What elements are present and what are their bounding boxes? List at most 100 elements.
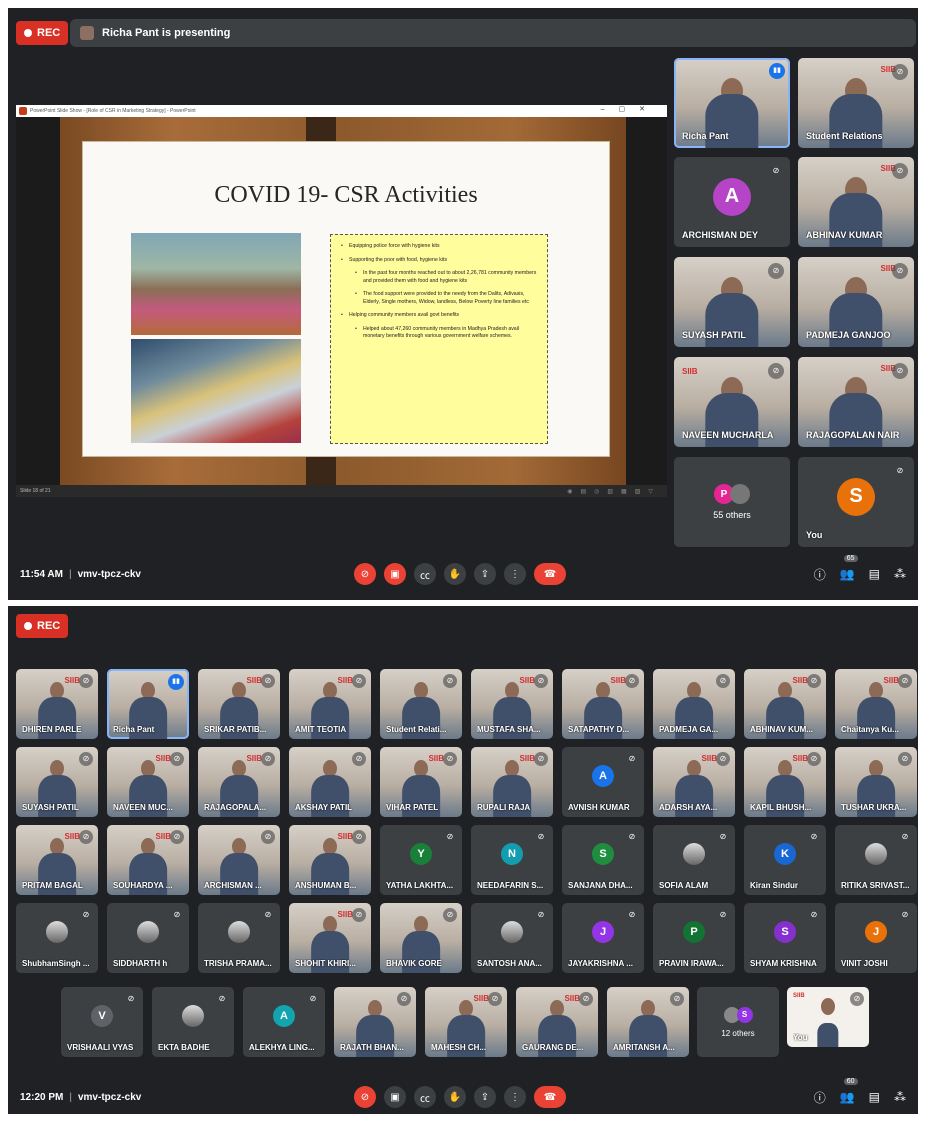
participant-tile[interactable]: S ⊘ SANJANA DHA... xyxy=(562,825,644,895)
participant-name: SOUHARDYA ... xyxy=(113,881,173,890)
camera-toggle-button[interactable]: ▣ xyxy=(384,563,406,585)
participant-name: RUPALI RAJA xyxy=(477,803,531,812)
participant-tile[interactable]: ⊘ PADMEJA GA... xyxy=(653,669,735,739)
tile-you[interactable]: S ⊘ You xyxy=(798,457,914,547)
tile-others[interactable]: P 55 others xyxy=(674,457,790,547)
mic-off-icon: ⊘ xyxy=(264,910,272,919)
people-icon[interactable]: 👥 65 xyxy=(840,555,858,581)
participant-tile[interactable]: SIIB ⊘ SOUHARDYA ... xyxy=(107,825,189,895)
mic-off-icon: ⊘ xyxy=(625,674,639,688)
participant-tile[interactable]: SIIB ⊘ VIHAR PATEL xyxy=(380,747,462,817)
info-icon[interactable]: ⓘ xyxy=(814,1089,826,1106)
participant-tile[interactable]: SIIB ⊘ SATAPATHY D... xyxy=(562,669,644,739)
participant-tile[interactable]: ▮▮ Richa Pant xyxy=(107,669,189,739)
participant-tile[interactable]: S ⊘ SHYAM KRISHNA xyxy=(744,903,826,973)
participant-tile[interactable]: ⊘ RITIKA SRIVAST... xyxy=(835,825,917,895)
participant-tile[interactable]: SIIB ⊘ RAJAGOPALA... xyxy=(198,747,280,817)
participant-tile[interactable]: ⊘ AKSHAY PATIL xyxy=(289,747,371,817)
participant-tile[interactable]: SIIB ⊘ ANSHUMAN B... xyxy=(289,825,371,895)
participant-tile[interactable]: V ⊘ VRISHAALI VYAS xyxy=(61,987,143,1057)
participant-tile[interactable]: SIIB ⊘ SHOHIT KHIRI... xyxy=(289,903,371,973)
tile-naveen-mucharla[interactable]: SIIB ⊘ NAVEEN MUCHARLA xyxy=(674,357,790,447)
participant-tile[interactable]: SIIB ⊘ DHIREN PARLE xyxy=(16,669,98,739)
participant-tile[interactable]: ⊘ BHAVIK GORE xyxy=(380,903,462,973)
participant-tile[interactable]: J ⊘ VINIT JOSHI xyxy=(835,903,917,973)
present-button[interactable]: ⇪ xyxy=(474,563,496,585)
participant-tile[interactable]: A ⊘ ALEKHYA LING... xyxy=(243,987,325,1057)
leave-call-button[interactable]: ☎ xyxy=(534,1086,566,1108)
mic-toggle-button[interactable]: ⊘ xyxy=(354,563,376,585)
participant-tile[interactable]: A ⊘ AVNISH KUMAR xyxy=(562,747,644,817)
participant-tile[interactable]: SIIB ⊘ PRITAM BAGAL xyxy=(16,825,98,895)
participant-tile[interactable]: N ⊘ NEEDAFARIN S... xyxy=(471,825,553,895)
participant-tile[interactable]: P ⊘ PRAVIN IRAWA... xyxy=(653,903,735,973)
participant-tile[interactable]: SIIB ⊘ ABHINAV KUM... xyxy=(744,669,826,739)
tile-abhinav-kumar[interactable]: SIIB ⊘ ABHINAV KUMAR xyxy=(798,157,914,247)
participant-tile[interactable]: ⊘ EKTA BADHE xyxy=(152,987,234,1057)
mic-off-icon: ⊘ xyxy=(397,992,411,1006)
more-options-button[interactable]: ⋮ xyxy=(504,563,526,585)
siib-logo: SIIB xyxy=(610,676,626,685)
camera-toggle-button[interactable]: ▣ xyxy=(384,1086,406,1108)
participant-tile[interactable]: ⊘ AMRITANSH A... xyxy=(607,987,689,1057)
participant-tile[interactable]: ⊘ TRISHA PRAMA... xyxy=(198,903,280,973)
participant-tile[interactable]: ⊘ Student Relati... xyxy=(380,669,462,739)
chat-icon[interactable]: ▤ xyxy=(869,567,880,581)
raise-hand-button[interactable]: ✋ xyxy=(444,1086,466,1108)
participant-tile[interactable]: ⊘ ShubhamSingh ... xyxy=(16,903,98,973)
participant-tile[interactable]: SIIB ⊘ AMIT TEOTIA xyxy=(289,669,371,739)
tile-rajagopalan-nair[interactable]: SIIB ⊘ RAJAGOPALAN NAIR xyxy=(798,357,914,447)
participant-name: DHIREN PARLE xyxy=(22,725,82,734)
participant-tile[interactable]: SIIB ⊘ ADARSH AYA... xyxy=(653,747,735,817)
slide-bullet: Equipping police force with hygiene kits xyxy=(341,243,537,251)
activities-icon[interactable]: ⁂ xyxy=(894,567,906,581)
presenting-banner[interactable]: Richa Pant is presenting xyxy=(70,19,916,47)
participant-name: ABHINAV KUM... xyxy=(750,725,813,734)
leave-call-button[interactable]: ☎ xyxy=(534,563,566,585)
tile-suyash-patil[interactable]: ⊘ SUYASH PATIL xyxy=(674,257,790,347)
mic-off-icon: ⊘ xyxy=(628,754,636,763)
participant-tile[interactable]: SIIB ⊘ NAVEEN MUC... xyxy=(107,747,189,817)
participant-tile[interactable]: SIIB ⊘ Chaitanya Ku... xyxy=(835,669,917,739)
participant-tile[interactable]: ⊘ RAJATH BHAN... xyxy=(334,987,416,1057)
participant-tile[interactable]: ⊘ ARCHISMAN ... xyxy=(198,825,280,895)
tile-student-relations[interactable]: SIIB ⊘ Student Relations xyxy=(798,58,914,148)
mic-toggle-button[interactable]: ⊘ xyxy=(354,1086,376,1108)
participant-tile[interactable]: ⊘ SUYASH PATIL xyxy=(16,747,98,817)
tile-others[interactable]: S 12 others xyxy=(697,987,779,1057)
tile-archisman-dey[interactable]: A ⊘ ARCHISMAN DEY xyxy=(674,157,790,247)
tile-padmeja-ganjoo[interactable]: SIIB ⊘ PADMEJA GANJOO xyxy=(798,257,914,347)
participant-tile[interactable]: SIIB ⊘ GAURANG DE... xyxy=(516,987,598,1057)
participant-name: ADARSH AYA... xyxy=(659,803,718,812)
ppt-view-controls-icon[interactable]: ◉▤◎▥▦▧▽ xyxy=(567,488,661,495)
participant-tile[interactable]: SIIB ⊘ MUSTAFA SHA... xyxy=(471,669,553,739)
captions-button[interactable]: ㏄ xyxy=(414,563,436,585)
participant-tile[interactable]: ⊘ SANTOSH ANA... xyxy=(471,903,553,973)
participant-tile[interactable]: ⊘ SOFIA ALAM xyxy=(653,825,735,895)
participant-tile[interactable]: ⊘ SIDDHARTH h xyxy=(107,903,189,973)
participant-tile[interactable]: Y ⊘ YATHA LAKHTA... xyxy=(380,825,462,895)
participant-tile[interactable]: SIIB ⊘ MAHESH CH... xyxy=(425,987,507,1057)
tile-you[interactable]: SIIB ⊘ You xyxy=(787,987,869,1047)
people-icon[interactable]: 👥 60 xyxy=(840,1078,858,1104)
present-button[interactable]: ⇪ xyxy=(474,1086,496,1108)
chat-icon[interactable]: ▤ xyxy=(869,1090,880,1104)
more-options-button[interactable]: ⋮ xyxy=(504,1086,526,1108)
info-icon[interactable]: ⓘ xyxy=(814,566,826,583)
participant-tile[interactable]: K ⊘ Kiran Sindur xyxy=(744,825,826,895)
participant-tile[interactable]: SIIB ⊘ KAPIL BHUSH... xyxy=(744,747,826,817)
participant-tile[interactable]: J ⊘ JAYAKRISHNA ... xyxy=(562,903,644,973)
participant-tile[interactable]: SIIB ⊘ RUPALI RAJA xyxy=(471,747,553,817)
activities-icon[interactable]: ⁂ xyxy=(894,1090,906,1104)
mic-off-icon: ⊘ xyxy=(443,752,457,766)
shared-screen: PowerPoint Slide Show - [Role of CSR in … xyxy=(16,105,667,497)
tile-richa-pant[interactable]: ▮▮ Richa Pant xyxy=(674,58,790,148)
captions-button[interactable]: ㏄ xyxy=(414,1086,436,1108)
ppt-window-title: PowerPoint Slide Show - [Role of CSR in … xyxy=(30,108,196,114)
mic-off-icon: ⊘ xyxy=(768,263,784,279)
siib-logo: SIIB xyxy=(155,754,171,763)
mic-off-icon: ⊘ xyxy=(670,992,684,1006)
participant-tile[interactable]: SIIB ⊘ SRIKAR PATIB... xyxy=(198,669,280,739)
participant-tile[interactable]: ⊘ TUSHAR UKRA... xyxy=(835,747,917,817)
raise-hand-button[interactable]: ✋ xyxy=(444,563,466,585)
